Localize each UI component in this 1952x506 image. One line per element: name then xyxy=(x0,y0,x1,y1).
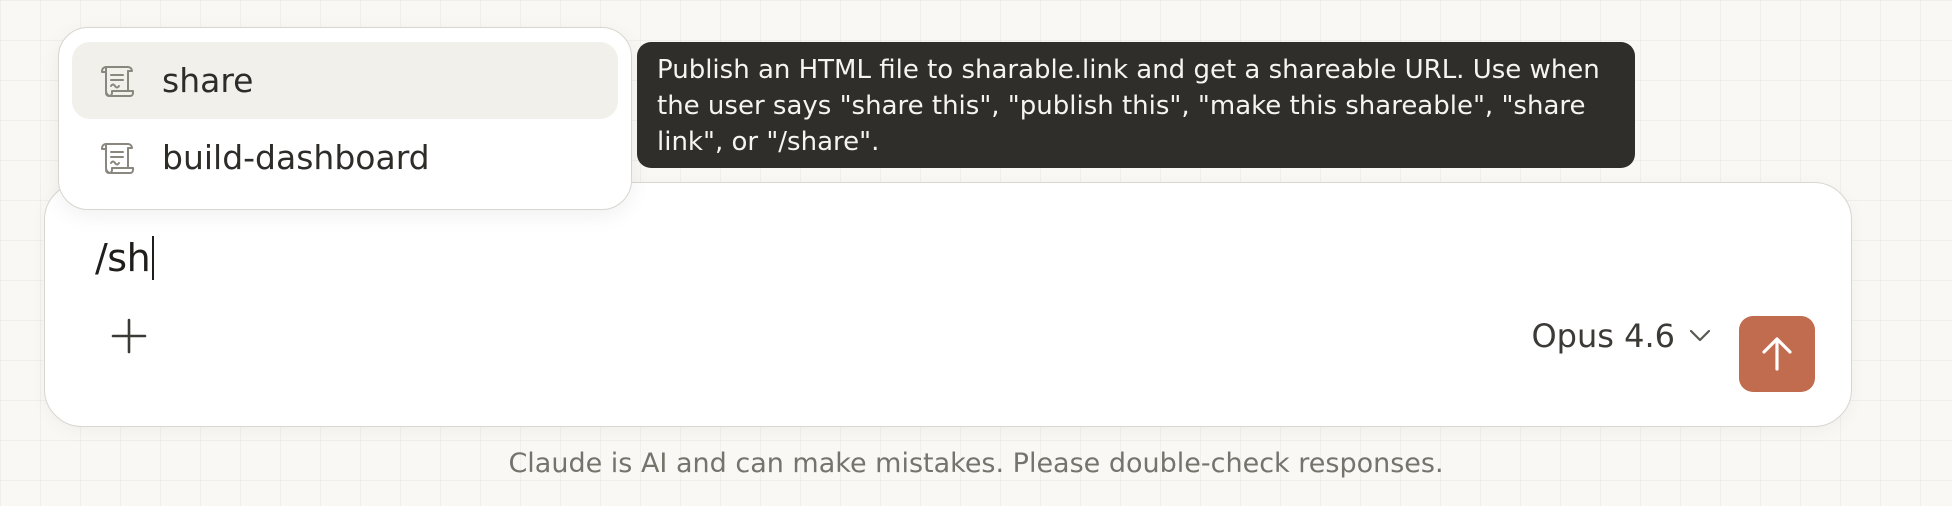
chevron-down-icon xyxy=(1689,329,1711,342)
scroll-icon xyxy=(96,137,138,179)
add-attachment-button[interactable] xyxy=(99,306,159,366)
plus-icon xyxy=(111,318,147,354)
command-description-tooltip: Publish an HTML file to sharable.link an… xyxy=(637,42,1635,168)
model-selector[interactable]: Opus 4.6 xyxy=(1531,311,1711,361)
message-composer: /sh Opus 4.6 xyxy=(44,182,1852,427)
command-item-label: share xyxy=(162,61,254,100)
command-item-build-dashboard[interactable]: build-dashboard xyxy=(72,119,618,196)
command-item-label: build-dashboard xyxy=(162,138,430,177)
text-caret xyxy=(152,236,155,280)
message-input[interactable]: /sh xyxy=(95,233,155,283)
arrow-up-icon xyxy=(1762,337,1792,371)
command-item-share[interactable]: share xyxy=(72,42,618,119)
tooltip-text: Publish an HTML file to sharable.link an… xyxy=(657,55,1600,157)
message-input-text: /sh xyxy=(95,236,151,280)
slash-command-menu: share build-dashboard xyxy=(58,27,632,210)
scroll-icon xyxy=(96,60,138,102)
model-label: Opus 4.6 xyxy=(1531,317,1675,355)
send-button[interactable] xyxy=(1739,316,1815,392)
disclaimer-text: Claude is AI and can make mistakes. Plea… xyxy=(508,448,1444,479)
